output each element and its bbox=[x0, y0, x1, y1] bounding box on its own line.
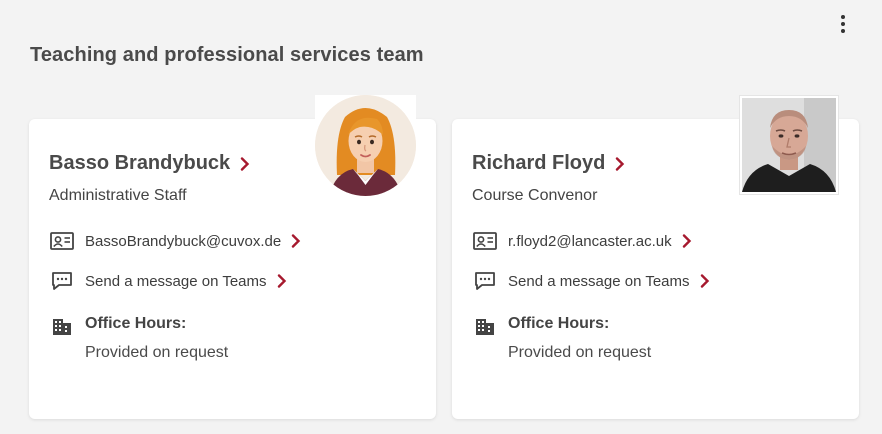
chevron-right-icon bbox=[682, 234, 691, 248]
office-hours: Office Hours: bbox=[49, 315, 186, 337]
office-hours-title: Office Hours: bbox=[508, 315, 610, 332]
staff-name-link[interactable]: Basso Brandybuck bbox=[49, 152, 250, 175]
office-hours-value: Provided on request bbox=[85, 344, 229, 361]
contact-card-icon bbox=[472, 230, 498, 252]
chevron-right-icon bbox=[240, 156, 250, 171]
chevron-right-icon bbox=[700, 274, 709, 288]
illustrated-avatar bbox=[315, 95, 416, 196]
staff-role: Course Convenor bbox=[472, 187, 598, 204]
office-hours: Office Hours: bbox=[472, 315, 609, 337]
chevron-right-icon bbox=[616, 156, 625, 171]
email-link[interactable]: BassoBrandybuck@cuvox.de bbox=[49, 230, 301, 252]
email-label: BassoBrandybuck@cuvox.de bbox=[85, 232, 282, 250]
chevron-right-icon bbox=[291, 234, 301, 248]
email-label: r.floyd2@lancaster.ac.uk bbox=[508, 232, 672, 250]
teams-message-link[interactable]: Send a message on Teams bbox=[472, 270, 710, 292]
email-link[interactable]: r.floyd2@lancaster.ac.uk bbox=[472, 230, 692, 252]
staff-name: Basso Brandybuck bbox=[49, 152, 231, 174]
building-icon bbox=[472, 315, 498, 337]
teams-label: Send a message on Teams bbox=[85, 272, 267, 290]
staff-role: Administrative Staff bbox=[49, 187, 187, 204]
chat-bubble-icon bbox=[472, 270, 498, 292]
staff-name-link[interactable]: Richard Floyd bbox=[472, 152, 625, 175]
office-hours-title: Office Hours: bbox=[85, 315, 187, 332]
chat-bubble-icon bbox=[49, 270, 75, 292]
staff-name: Richard Floyd bbox=[472, 152, 606, 174]
more-options-icon[interactable] bbox=[832, 12, 854, 36]
profile-photo bbox=[740, 96, 838, 194]
building-icon bbox=[49, 315, 75, 337]
contact-card-icon bbox=[49, 230, 75, 252]
teams-label: Send a message on Teams bbox=[508, 272, 690, 290]
office-hours-value: Provided on request bbox=[508, 344, 652, 361]
section-title: Teaching and professional services team bbox=[30, 44, 424, 66]
teams-message-link[interactable]: Send a message on Teams bbox=[49, 270, 287, 292]
chevron-right-icon bbox=[277, 274, 286, 288]
